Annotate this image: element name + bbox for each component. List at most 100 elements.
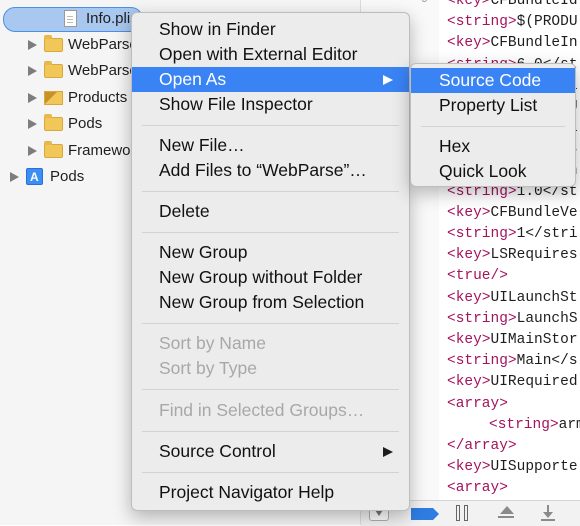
menu-item-show-file-inspector[interactable]: Show File Inspector (132, 92, 409, 117)
nav-item-label: Pods (50, 168, 85, 185)
code-line[interactable]: </array> (447, 436, 580, 457)
disclosure-triangle-icon[interactable] (28, 146, 37, 156)
pause-button[interactable] (456, 505, 470, 521)
xml-text: CFBundleIn (490, 35, 578, 52)
step-into-base-icon (541, 519, 555, 521)
group-folder-icon (44, 91, 63, 105)
submenu-item-hex[interactable]: Hex (411, 134, 575, 159)
nav-item-webparse-tests[interactable]: WebParse (0, 58, 150, 84)
submenu-item-source-code[interactable]: Source Code (411, 68, 575, 93)
xml-tag: <key> (447, 332, 491, 348)
xml-text: UIMainStor (490, 332, 578, 348)
menu-item-delete[interactable]: Delete (132, 199, 409, 224)
open-as-submenu: Source Code Property List Hex Quick Look (410, 63, 576, 187)
xml-tag: <true/> (447, 268, 508, 285)
code-line[interactable]: <key>CFBundleIn (447, 33, 580, 54)
xml-text: Main</s (516, 353, 578, 370)
menu-item-open-as[interactable]: Open As (132, 67, 409, 92)
nav-item-frameworks[interactable]: Frameworks (0, 138, 151, 164)
submenu-item-quick-look[interactable]: Quick Look (411, 159, 575, 184)
code-line[interactable]: <key>UIRequired (447, 372, 580, 393)
xml-tag: <key> (447, 35, 491, 52)
menu-item-new-group[interactable]: New Group (132, 240, 409, 265)
plist-file-icon (64, 10, 77, 27)
xml-tag: <key> (447, 204, 491, 221)
xml-text: LaunchS (516, 310, 578, 327)
nav-item-label: Products (68, 89, 128, 106)
menu-item-sort-by-name: Sort by Name (159, 333, 266, 353)
code-line[interactable]: <string>$(PRODU (447, 12, 580, 33)
submenu-arrow-icon (383, 75, 393, 85)
menu-separator (142, 323, 399, 324)
code-line[interactable]: <string>LaunchS (447, 309, 580, 330)
menu-item-source-control[interactable]: Source Control (132, 439, 409, 464)
disclosure-triangle-icon[interactable] (28, 119, 37, 129)
folder-icon (44, 61, 63, 78)
disclosure-triangle-icon[interactable] (28, 40, 37, 50)
menu-item-new-file[interactable]: New File… (132, 133, 409, 158)
menu-item-new-group-from-selection[interactable]: New Group from Selection (132, 290, 409, 315)
menu-item-label: Open As (159, 69, 227, 89)
xml-tag: <key> (447, 289, 491, 306)
code-line[interactable]: <array> (447, 478, 580, 499)
xml-tag: <string> (489, 416, 559, 433)
xml-tag: <key> (447, 0, 491, 9)
code-line[interactable]: <key>CFBundleId (447, 0, 580, 12)
code-line[interactable]: <key>LSRequires (447, 245, 580, 266)
step-over-button[interactable] (497, 505, 515, 521)
menu-separator (421, 126, 565, 127)
menu-item-sort-by-type: Sort by Type (159, 358, 257, 378)
nav-item-label: WebParse (68, 62, 138, 79)
disclosure-triangle-icon[interactable] (28, 66, 37, 76)
code-line[interactable]: <string>1</stri (447, 224, 580, 245)
code-line[interactable]: <key>CFBundleVe (447, 203, 580, 224)
folder-icon (44, 114, 63, 131)
xml-tag: <string> (447, 226, 517, 243)
xml-text: $(PRODU (516, 14, 578, 31)
menu-separator (142, 472, 399, 473)
submenu-item-property-list[interactable]: Property List (411, 93, 575, 118)
xcode-project-icon (26, 164, 43, 190)
submenu-arrow-icon (383, 447, 393, 457)
code-line[interactable]: <key>UILaunchSt (447, 288, 580, 309)
nav-item-pods[interactable]: Pods (0, 111, 150, 137)
xml-tag: <key> (447, 459, 491, 476)
xml-tag: <string> (447, 310, 517, 327)
menu-item-label: Source Control (159, 441, 276, 461)
xml-tag: <array> (447, 480, 508, 497)
code-line[interactable]: <true/> (447, 266, 580, 287)
line-number: 9 (421, 0, 428, 6)
menu-separator (142, 191, 399, 192)
xml-text: CFBundleVe (490, 204, 578, 221)
xml-tag: <array> (447, 395, 508, 412)
code-line[interactable]: <string>arm (447, 415, 580, 436)
menu-separator (142, 125, 399, 126)
code-line[interactable]: <array> (447, 394, 580, 415)
xml-text: 1</stri (516, 226, 578, 243)
xml-tag: <key> (447, 374, 491, 391)
step-into-button[interactable] (541, 505, 555, 521)
code-line[interactable]: <string>Main</s (447, 351, 580, 372)
nav-item-products[interactable]: Products (0, 85, 150, 111)
nav-item-label: WebParse (68, 36, 138, 53)
folder-icon (44, 35, 63, 52)
menu-item-add-files[interactable]: Add Files to “WebParse”… (132, 158, 409, 183)
nav-item-label: Pods (68, 115, 103, 132)
menu-separator (142, 431, 399, 432)
menu-item-open-external-editor[interactable]: Open with External Editor (132, 42, 409, 67)
nav-item-pods-project[interactable]: Pods (0, 164, 150, 190)
code-line[interactable]: <key>UISupporte (447, 457, 580, 478)
disclosure-triangle-icon[interactable] (10, 172, 19, 182)
xml-text: UIRequired (490, 374, 578, 391)
breakpoints-toggle-button[interactable] (411, 508, 439, 520)
nav-item-webparse[interactable]: WebParse (0, 32, 150, 58)
menu-item-new-group-without-folder[interactable]: New Group without Folder (132, 265, 409, 290)
code-line[interactable]: <key>UIMainStor (447, 330, 580, 351)
folder-icon (44, 141, 63, 158)
disclosure-triangle-icon[interactable] (28, 93, 37, 103)
menu-separator (142, 389, 399, 390)
nav-item-info-plist[interactable]: Info.plist (0, 6, 150, 32)
xml-tag: <string> (447, 14, 517, 31)
menu-item-project-navigator-help[interactable]: Project Navigator Help (132, 480, 409, 505)
menu-item-show-in-finder[interactable]: Show in Finder (132, 17, 409, 42)
